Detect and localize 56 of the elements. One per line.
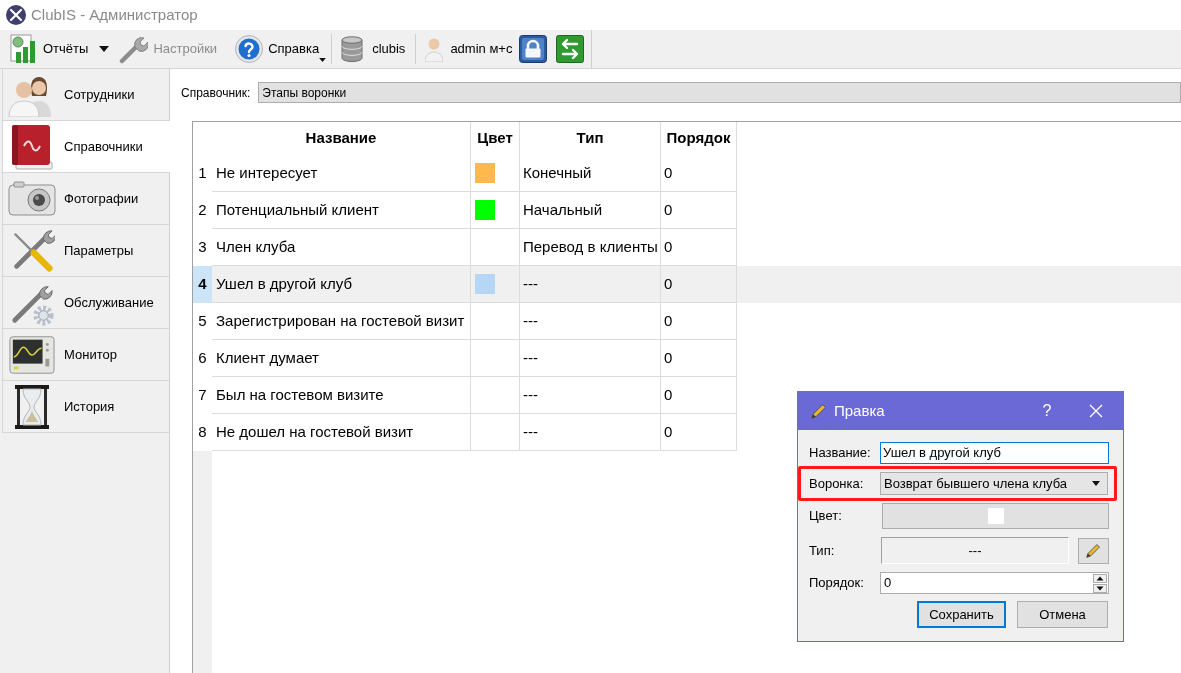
wrench-icon — [118, 34, 149, 64]
field-label: Цвет: — [809, 507, 843, 526]
color-button[interactable] — [882, 503, 1109, 529]
dialog-button[interactable]: Отмена — [1017, 601, 1108, 628]
book-icon — [10, 123, 54, 170]
table-cell — [471, 414, 520, 451]
lock-button[interactable] — [519, 35, 548, 63]
database-icon — [341, 36, 364, 62]
caret-icon — [99, 46, 110, 52]
sidebar-item[interactable]: История — [2, 381, 169, 433]
padlock-icon — [519, 35, 548, 63]
pencil-icon — [810, 402, 828, 420]
table-cell: --- — [520, 414, 661, 451]
database-name: clubis — [372, 40, 406, 59]
sidebar-item[interactable]: Монитор — [2, 329, 169, 381]
edit-button[interactable] — [1078, 537, 1109, 564]
hourglass-icon — [14, 383, 50, 430]
field-label: Название: — [809, 444, 872, 463]
swap-arrows-icon — [556, 35, 585, 63]
combobox[interactable]: Возврат бывшего члена клуба — [880, 472, 1108, 495]
spinbox[interactable]: 0 — [880, 572, 1109, 594]
help-button[interactable]: Справка — [233, 32, 328, 66]
user-name: admin м+с — [450, 40, 513, 59]
text-input[interactable]: Ушел в другой клуб — [880, 442, 1109, 464]
pencil-icon — [1085, 542, 1102, 559]
spin-down-icon[interactable] — [1093, 583, 1107, 593]
type-field: --- — [881, 537, 1069, 564]
sidebar-item[interactable]: Сотрудники — [2, 69, 169, 121]
monitor-icon — [9, 334, 55, 375]
caret-icon — [1092, 481, 1100, 486]
row-number[interactable]: 4 — [193, 266, 212, 303]
field-label: Тип: — [809, 541, 836, 560]
swap-button[interactable] — [556, 35, 585, 63]
close-icon — [1089, 404, 1103, 418]
reports-button[interactable]: Отчёты — [8, 32, 114, 66]
chart-report-icon — [10, 34, 38, 64]
dialog-title: Правка — [834, 400, 885, 421]
table-cell: 0 — [661, 414, 737, 451]
camera-icon — [8, 180, 56, 217]
field-label: Порядок: — [809, 574, 865, 593]
tools-logo-icon — [6, 5, 26, 25]
sidebar-item[interactable]: Параметры — [2, 225, 169, 277]
sidebar-item[interactable]: Обслуживание — [2, 277, 169, 329]
spin-up-icon[interactable] — [1093, 573, 1107, 583]
help-icon — [235, 35, 264, 63]
reference-combobox[interactable]: Этапы воронки — [258, 82, 1181, 103]
dialog-button[interactable]: Сохранить — [917, 601, 1006, 628]
field-label: Справочник: — [181, 84, 251, 102]
window-title: ClubIS - Администратор — [31, 4, 198, 25]
field-label: Воронка: — [809, 474, 865, 493]
sidebar-item[interactable]: Фотографии — [2, 173, 169, 225]
sidebar-item[interactable]: Справочники — [2, 121, 170, 173]
table-cell: Не дошел на гостевой визит — [212, 414, 471, 451]
help-button[interactable]: ? — [1035, 396, 1059, 426]
user-silhouette-icon — [425, 36, 444, 62]
caret-icon — [319, 58, 327, 62]
